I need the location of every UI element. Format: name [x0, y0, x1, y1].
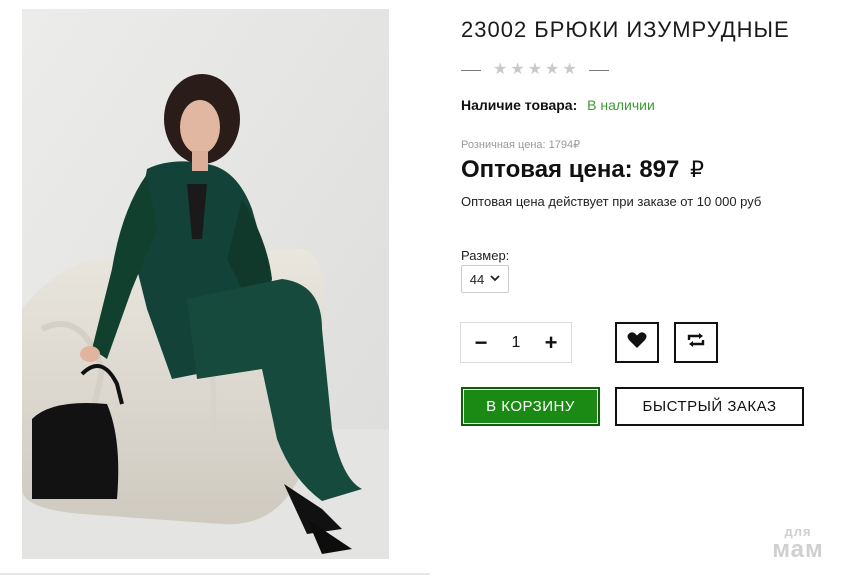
- product-photo[interactable]: [22, 9, 389, 559]
- wholesale-price: Оптовая цена: 897 ₽: [461, 156, 704, 184]
- quantity-increase-button[interactable]: +: [543, 330, 559, 356]
- currency-sign: ₽: [690, 157, 705, 182]
- star-icon[interactable]: ★: [528, 60, 542, 80]
- size-value: 44: [469, 271, 485, 287]
- quantity-stepper: − 1 +: [460, 322, 572, 363]
- rating-stars[interactable]: ★ ★ ★ ★ ★: [493, 60, 577, 80]
- size-select[interactable]: 44: [461, 265, 509, 293]
- chevron-down-icon: [490, 274, 500, 285]
- quick-order-button[interactable]: БЫСТРЫЙ ЗАКАЗ: [615, 387, 804, 426]
- wishlist-button[interactable]: [615, 322, 659, 363]
- wholesale-price-amount: 897: [639, 156, 680, 183]
- heart-icon: [627, 331, 647, 354]
- availability: Наличие товара: В наличии: [461, 97, 655, 113]
- product-photo-illustration: [22, 9, 389, 559]
- size-label: Размер:: [461, 248, 510, 263]
- star-icon[interactable]: ★: [510, 60, 524, 80]
- availability-status: В наличии: [587, 97, 655, 113]
- star-icon[interactable]: ★: [545, 60, 559, 80]
- star-icon[interactable]: ★: [493, 60, 507, 80]
- availability-label: Наличие товара:: [461, 97, 578, 113]
- star-icon[interactable]: ★: [562, 60, 576, 80]
- product-rating: ★ ★ ★ ★ ★: [461, 60, 609, 80]
- rating-divider-right: [588, 69, 609, 71]
- product-title: 23002 БРЮКИ ИЗУМРУДНЫЕ: [461, 17, 790, 42]
- add-to-cart-button[interactable]: В КОРЗИНУ: [461, 387, 600, 426]
- divider: [0, 573, 430, 575]
- compare-arrows-icon: [686, 331, 706, 354]
- retail-price: Розничная цена: 1794₽: [461, 139, 581, 151]
- watermark-logo: для мам: [760, 525, 836, 562]
- wholesale-price-label: Оптовая цена:: [461, 156, 633, 183]
- wholesale-note: Оптовая цена действует при заказе от 10 …: [461, 194, 762, 209]
- watermark-bottom: мам: [772, 536, 824, 563]
- compare-button[interactable]: [674, 322, 718, 363]
- rating-divider-left: [461, 69, 481, 71]
- quantity-decrease-button[interactable]: −: [473, 330, 489, 356]
- quantity-input[interactable]: 1: [512, 334, 521, 352]
